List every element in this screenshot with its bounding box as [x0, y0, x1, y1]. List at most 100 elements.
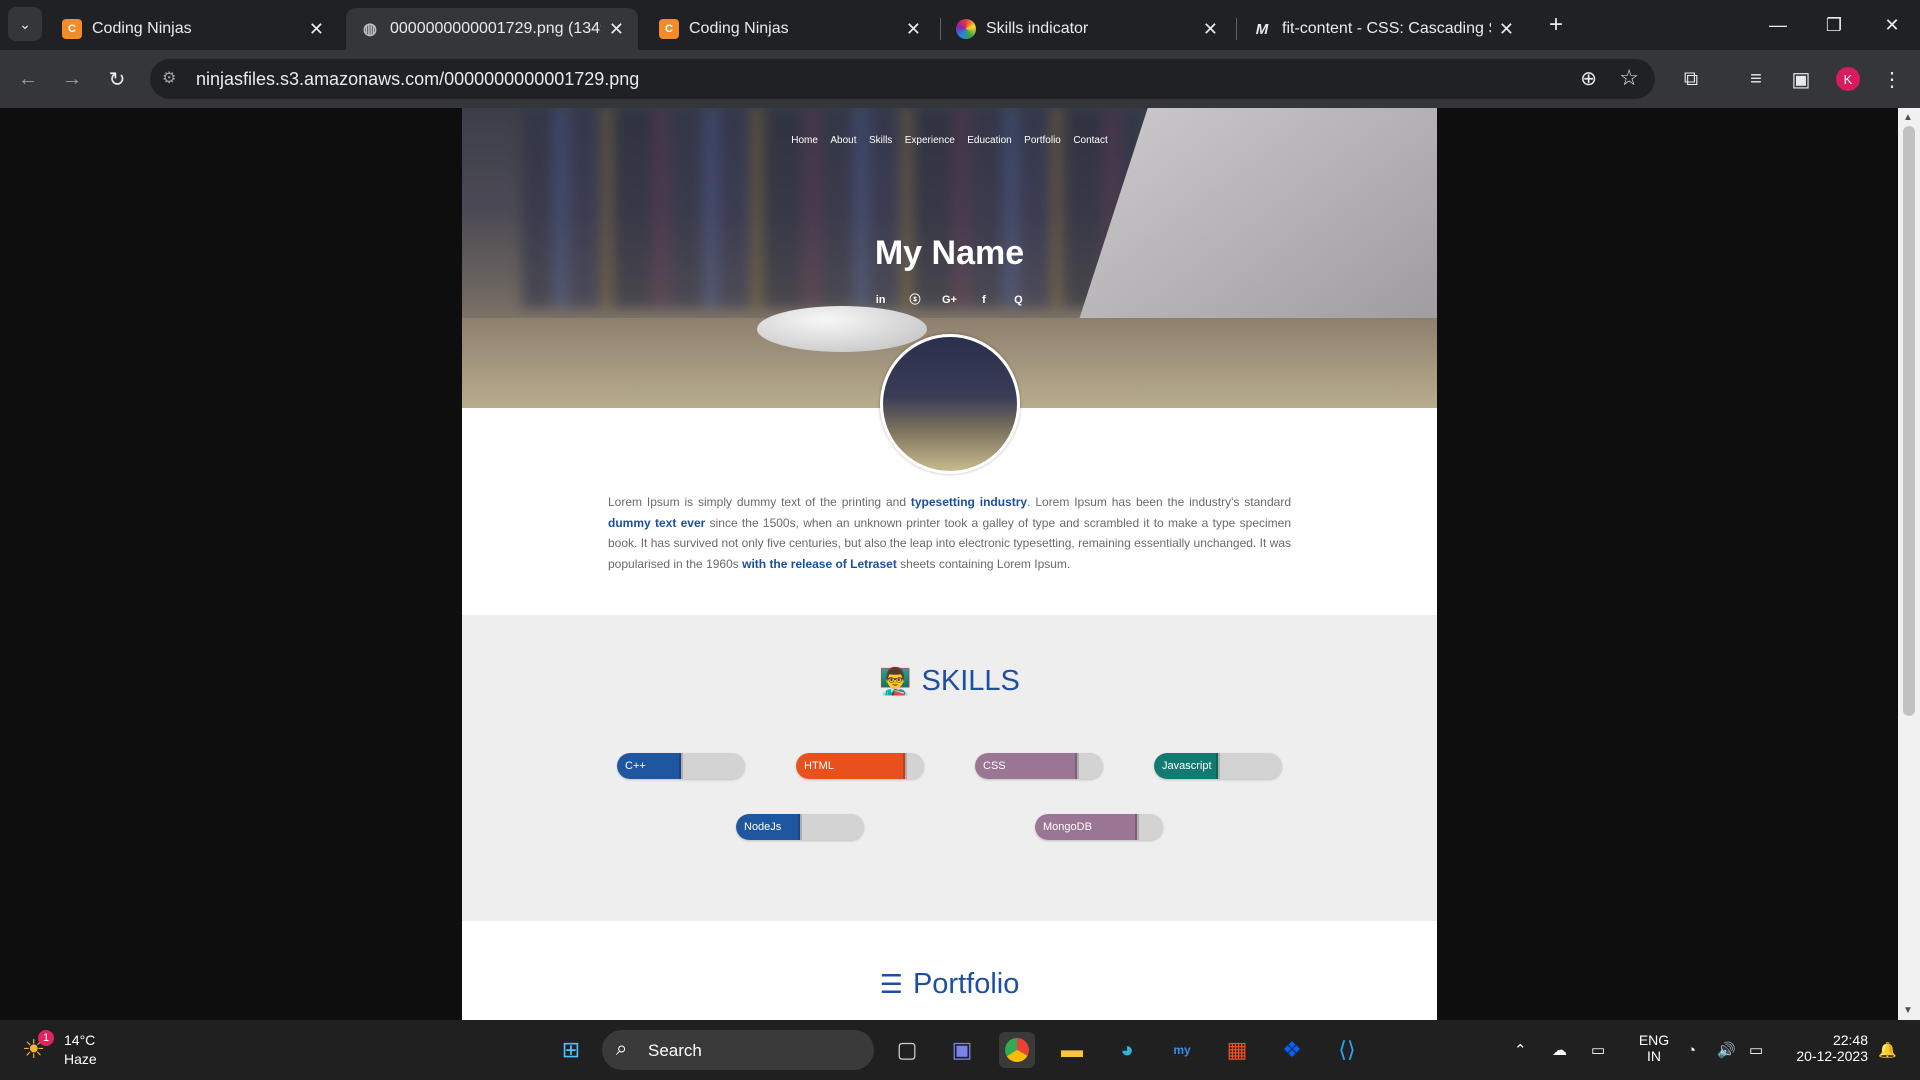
- wifi-icon[interactable]: ◔: [1687, 1020, 1696, 1080]
- nav-skills[interactable]: Skills: [869, 135, 892, 146]
- chrome-icon[interactable]: [999, 1032, 1035, 1068]
- start-icon[interactable]: ⊞: [553, 1032, 589, 1068]
- skill-bar-nodejs: NodeJs: [736, 814, 864, 840]
- browser-toolbar: ← → ↻ ⚙ ninjasfiles.s3.amazonaws.com/000…: [0, 50, 1920, 108]
- site-info-icon[interactable]: ⚙: [162, 68, 176, 88]
- vscode-icon[interactable]: ⟨⟩: [1329, 1032, 1365, 1068]
- dropbox-icon[interactable]: ❖: [1274, 1032, 1310, 1068]
- clock-time: 22:48: [1832, 1032, 1868, 1048]
- side-panel-icon[interactable]: ▣: [1783, 61, 1819, 97]
- profile-initial: K: [1843, 71, 1853, 87]
- skills-title-text: SKILLS: [921, 665, 1020, 697]
- skill-fill-edge: [798, 814, 802, 840]
- skills-section: 👨‍🏫 SKILLS C++ HTML CSS Javascript NodeJs…: [462, 615, 1437, 921]
- mouse-image: [757, 306, 927, 352]
- tab-search-button[interactable]: ⌄: [8, 7, 42, 41]
- display-icon[interactable]: ▭: [1591, 1020, 1605, 1080]
- scroll-down-arrow[interactable]: ▼: [1903, 1005, 1913, 1016]
- hero-name: My Name: [874, 234, 1025, 272]
- extensions-icon[interactable]: ⧉: [1673, 61, 1709, 97]
- clock[interactable]: 22:48 20-12-2023: [1784, 1032, 1868, 1064]
- nav-experience[interactable]: Experience: [905, 135, 955, 146]
- mdn-icon: M: [1255, 20, 1269, 38]
- tab-mdn-fit-content[interactable]: M fit-content - CSS: Cascading Sty ✕: [1238, 8, 1528, 50]
- skill-label: HTML: [804, 760, 834, 772]
- tab-coding-ninjas-1[interactable]: C Coding Ninjas ✕: [48, 8, 338, 50]
- minimize-button[interactable]: —: [1750, 0, 1806, 50]
- file-explorer-icon[interactable]: ▬: [1054, 1032, 1090, 1068]
- social-links: in ⓢ G+ f Q: [462, 290, 1437, 308]
- skill-bar-javascript: Javascript: [1154, 753, 1282, 779]
- stackoverflow-icon[interactable]: ⓢ: [900, 291, 930, 307]
- skill-bar-cpp: C++: [617, 753, 745, 779]
- tray-overflow-icon[interactable]: ⌃: [1514, 1020, 1527, 1080]
- taskbar-search[interactable]: ⌕ Search: [602, 1030, 874, 1070]
- skill-fill-edge: [1135, 814, 1140, 840]
- store-icon[interactable]: ▦: [1219, 1032, 1255, 1068]
- tab-image[interactable]: ◍ 0000000000001729.png (1349× ✕: [346, 8, 638, 50]
- nav-home[interactable]: Home: [791, 135, 818, 146]
- language-indicator[interactable]: ENG IN: [1634, 1032, 1674, 1064]
- forward-button[interactable]: →: [54, 61, 90, 97]
- profile-avatar[interactable]: K: [1836, 67, 1860, 91]
- skill-bar-mongodb: MongoDB: [1035, 814, 1163, 840]
- back-button[interactable]: ←: [10, 61, 46, 97]
- portfolio-heading: ☰ Portfolio: [462, 968, 1437, 1001]
- menu-icon[interactable]: ⋮: [1874, 61, 1910, 97]
- weather-desc[interactable]: Haze: [64, 1051, 97, 1067]
- skill-label: Javascript: [1162, 760, 1212, 772]
- edge-icon[interactable]: ◕: [1109, 1032, 1145, 1068]
- tab-skills-indicator[interactable]: Skills indicator ✕: [942, 8, 1232, 50]
- restore-button[interactable]: ❐: [1806, 0, 1862, 50]
- media-controls-icon[interactable]: ≡: [1738, 61, 1774, 97]
- zoom-icon[interactable]: ⊕: [1580, 66, 1597, 91]
- close-icon[interactable]: ✕: [1203, 19, 1218, 40]
- skill-label: NodeJs: [744, 821, 782, 833]
- skills-heading: 👨‍🏫 SKILLS: [462, 665, 1437, 698]
- tab-strip: ⌄ C Coding Ninjas ✕ ◍ 0000000000001729.p…: [0, 0, 1920, 50]
- close-window-button[interactable]: ✕: [1864, 0, 1920, 50]
- tab-separator: [940, 18, 941, 40]
- notification-bell-icon[interactable]: 🔔: [1878, 1020, 1897, 1080]
- linkedin-icon[interactable]: in: [866, 294, 896, 306]
- battery-icon[interactable]: ▭: [1749, 1020, 1763, 1080]
- tab-coding-ninjas-2[interactable]: C Coding Ninjas ✕: [645, 8, 935, 50]
- close-icon[interactable]: ✕: [609, 19, 624, 40]
- skill-label: MongoDB: [1043, 821, 1092, 833]
- quora-icon[interactable]: Q: [1003, 294, 1033, 306]
- scrollbar-thumb[interactable]: [1903, 126, 1915, 716]
- close-icon[interactable]: ✕: [1499, 19, 1514, 40]
- teams-icon[interactable]: ▣: [944, 1032, 980, 1068]
- volume-icon[interactable]: 🔊: [1717, 1020, 1736, 1080]
- browser-viewport: Home About Skills Experience Education P…: [0, 108, 1920, 1020]
- bookmark-star-icon[interactable]: ☆: [1619, 65, 1639, 91]
- url-text[interactable]: ninjasfiles.s3.amazonaws.com/00000000000…: [196, 69, 639, 90]
- tab-separator: [1236, 18, 1237, 40]
- skill-bar-css: CSS: [975, 753, 1103, 779]
- nav-about[interactable]: About: [830, 135, 856, 146]
- tab-title: fit-content - CSS: Cascading Sty: [1282, 20, 1491, 37]
- close-icon[interactable]: ✕: [309, 19, 324, 40]
- nav-contact[interactable]: Contact: [1073, 135, 1107, 146]
- address-bar[interactable]: ⚙ ninjasfiles.s3.amazonaws.com/000000000…: [150, 59, 1655, 99]
- new-tab-button[interactable]: +: [1538, 7, 1574, 43]
- reload-button[interactable]: ↻: [99, 61, 135, 97]
- facebook-icon[interactable]: f: [969, 294, 999, 306]
- portfolio-title-text: Portfolio: [912, 968, 1020, 1000]
- coding-ninjas-icon: C: [62, 19, 82, 39]
- google-plus-icon[interactable]: G+: [935, 294, 965, 306]
- skill-fill-edge: [902, 753, 907, 779]
- skill-fill-edge: [1216, 753, 1220, 779]
- nav-portfolio[interactable]: Portfolio: [1024, 135, 1061, 146]
- weather-temp[interactable]: 14°C: [64, 1032, 95, 1048]
- nav-education[interactable]: Education: [967, 135, 1011, 146]
- clock-date: 20-12-2023: [1796, 1048, 1868, 1064]
- portfolio-page: Home About Skills Experience Education P…: [462, 108, 1437, 1020]
- close-icon[interactable]: ✕: [906, 19, 921, 40]
- page-scrollbar[interactable]: ▲ ▼: [1898, 108, 1920, 1020]
- skill-fill-edge: [679, 753, 683, 779]
- scroll-up-arrow[interactable]: ▲: [1903, 112, 1913, 123]
- task-view-icon[interactable]: ▢: [889, 1032, 925, 1068]
- mysql-icon[interactable]: my: [1164, 1032, 1200, 1068]
- onedrive-icon[interactable]: ☁: [1552, 1020, 1567, 1080]
